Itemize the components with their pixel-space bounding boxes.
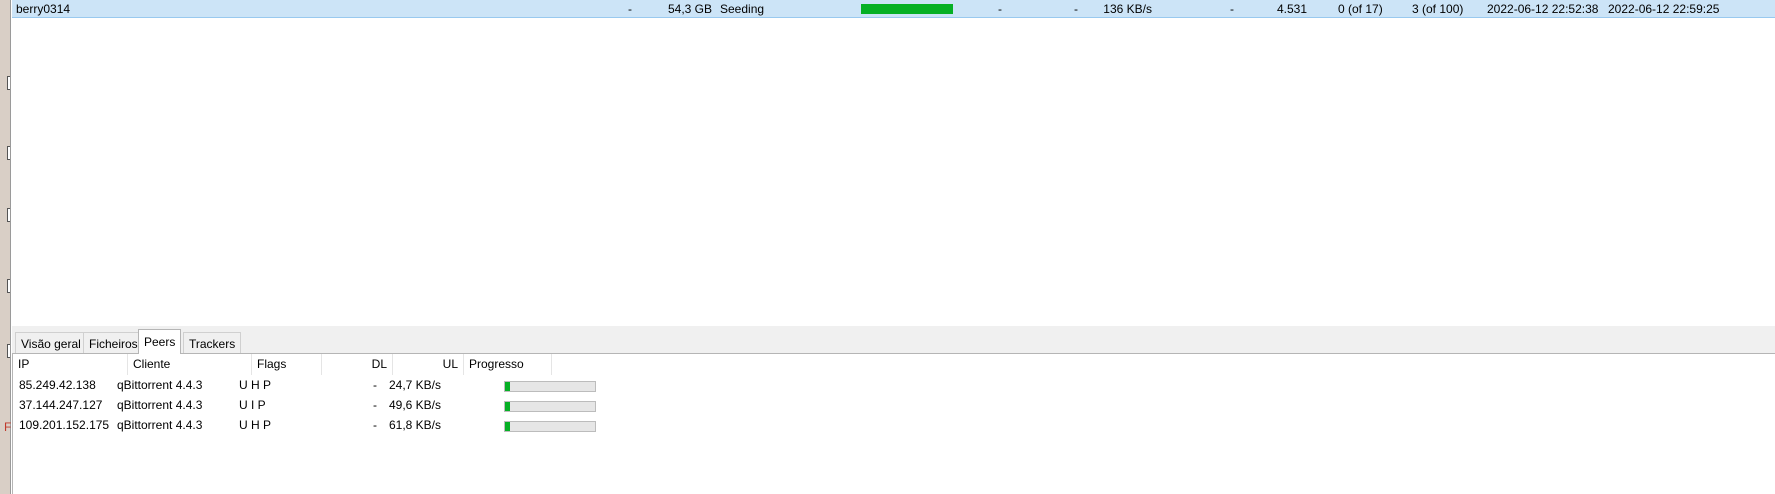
edge-marker [7, 208, 10, 222]
torrent-upload-speed: 136 KB/s [1103, 2, 1152, 16]
peer-flags: U H P [239, 418, 272, 432]
torrent-peers: 3 (of 100) [1412, 2, 1464, 16]
table-row[interactable]: 85.249.42.138 qBittorrent 4.4.3 U H P - … [13, 375, 1775, 397]
peer-ip: 37.144.247.127 [19, 398, 103, 412]
torrent-completed-on: 2022-06-12 22:59:25 [1608, 2, 1720, 16]
torrent-status: Seeding [720, 2, 765, 16]
edge-letter: F [4, 420, 12, 434]
torrent-dash: - [1074, 2, 1078, 16]
torrent-dash: - [998, 2, 1002, 16]
peer-flags: U I P [239, 398, 266, 412]
torrent-ratio: 4.531 [1276, 2, 1307, 16]
tab-trackers[interactable]: Trackers [183, 332, 242, 354]
edge-marker [7, 146, 10, 160]
column-header-ul[interactable]: UL [393, 354, 464, 375]
column-header-flags[interactable]: Flags [252, 354, 322, 375]
torrent-dash: - [628, 2, 632, 16]
peer-ul: 49,6 KB/s [388, 398, 441, 412]
peer-client: qBittorrent 4.4.3 [117, 398, 203, 412]
edge-marker [7, 76, 10, 90]
torrent-list[interactable]: berry0314 - 54,3 GB Seeding - - 136 KB/s… [12, 0, 1775, 327]
edge-marker [7, 279, 10, 293]
peer-dl: - [373, 398, 377, 412]
torrent-progress-bar [861, 4, 953, 14]
peer-progress-fill [505, 402, 510, 411]
torrent-dash: - [1230, 2, 1234, 16]
tab-peers[interactable]: Peers [138, 329, 182, 354]
edge-marker [7, 344, 10, 358]
peer-client: qBittorrent 4.4.3 [117, 378, 203, 392]
peer-progress-fill [505, 422, 510, 431]
peer-progress-bar [504, 381, 596, 392]
peer-ul: 61,8 KB/s [388, 418, 441, 432]
column-header-dl[interactable]: DL [322, 354, 393, 375]
peer-ul: 24,7 KB/s [388, 378, 441, 392]
table-row[interactable]: 109.201.152.175 qBittorrent 4.4.3 U H P … [13, 415, 1775, 437]
column-header-progress[interactable]: Progresso [464, 354, 552, 375]
column-header-ip[interactable]: IP [13, 354, 128, 375]
torrent-added-on: 2022-06-12 22:52:38 [1487, 2, 1599, 16]
tab-files[interactable]: Ficheiros [83, 332, 144, 354]
torrent-seeds: 0 (of 17) [1338, 2, 1383, 16]
properties-tab-bar: Visão geral Ficheiros Peers Trackers [12, 326, 1775, 354]
peer-dl: - [373, 378, 377, 392]
torrent-size: 54,3 GB [667, 2, 712, 16]
peer-dl: - [373, 418, 377, 432]
left-window-edge: F [0, 0, 11, 494]
peer-ip: 109.201.152.175 [19, 418, 110, 432]
column-header-client[interactable]: Cliente [128, 354, 252, 375]
peer-progress-bar [504, 401, 596, 412]
peers-panel: IP Cliente Flags DL UL Progresso 85.249.… [12, 353, 1775, 494]
peer-flags: U H P [239, 378, 272, 392]
tab-general[interactable]: Visão geral [15, 332, 87, 354]
peer-progress-fill [505, 382, 510, 391]
peers-table-header: IP Cliente Flags DL UL Progresso [13, 354, 1775, 375]
peer-ip: 85.249.42.138 [19, 378, 96, 392]
torrent-name: berry0314 [16, 2, 71, 16]
torrent-row-selected[interactable]: berry0314 - 54,3 GB Seeding - - 136 KB/s… [12, 0, 1775, 18]
peer-client: qBittorrent 4.4.3 [117, 418, 203, 432]
table-row[interactable]: 37.144.247.127 qBittorrent 4.4.3 U I P -… [13, 395, 1775, 417]
peer-progress-bar [504, 421, 596, 432]
